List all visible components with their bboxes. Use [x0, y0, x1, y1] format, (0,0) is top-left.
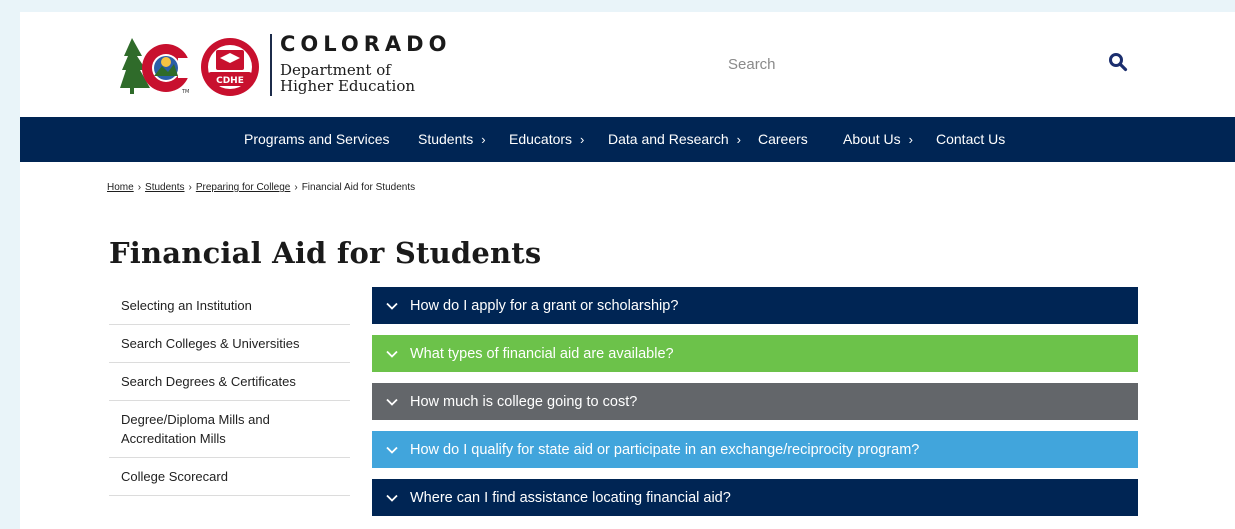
accordion-item-label: How much is college going to cost? — [410, 393, 638, 410]
breadcrumb-separator: › — [137, 182, 142, 193]
nav-item-students[interactable]: Students › — [418, 117, 486, 162]
breadcrumb-students[interactable]: Students — [145, 182, 184, 193]
accordion-item-state-aid[interactable]: How do I qualify for state aid or partic… — [372, 431, 1138, 468]
cdhe-logo[interactable]: TM CDHE COLORADO Department of Higher Ed… — [120, 32, 460, 102]
sidebar-item-label: Search Colleges & Universities — [121, 336, 300, 351]
logo-text: COLORADO Department of Higher Education — [280, 32, 470, 94]
accordion-item-label: What types of financial aid are availabl… — [410, 345, 674, 362]
sidebar-item-label: Degree/Diploma Mills and Accreditation M… — [121, 412, 270, 446]
cdhe-badge-text: CDHE — [216, 76, 244, 86]
sidebar-item-search-colleges[interactable]: Search Colleges & Universities — [109, 325, 350, 363]
logo-dept-line2: Higher Education — [280, 77, 416, 95]
breadcrumb-separator: › — [188, 182, 192, 193]
accordion-item-label: How do I apply for a grant or scholarshi… — [410, 297, 679, 314]
logo-dept-line1: Department of — [280, 61, 391, 79]
breadcrumb-separator: › — [294, 182, 298, 193]
chevron-right-icon: › — [736, 132, 741, 147]
sidebar-item-label: Search Degrees & Certificates — [121, 374, 296, 389]
accordion-item-college-cost[interactable]: How much is college going to cost? — [372, 383, 1138, 420]
accordion-item-apply-grant[interactable]: How do I apply for a grant or scholarshi… — [372, 287, 1138, 324]
sidebar-item-label: Selecting an Institution — [121, 298, 252, 313]
chevron-right-icon: › — [580, 132, 585, 147]
chevron-down-icon — [386, 446, 398, 454]
chevron-down-icon — [386, 494, 398, 502]
accordion-item-label: How do I qualify for state aid or partic… — [410, 441, 920, 458]
faq-accordion: How do I apply for a grant or scholarshi… — [372, 287, 1138, 527]
search-input[interactable]: Search — [728, 56, 776, 73]
sidebar-item-search-degrees[interactable]: Search Degrees & Certificates — [109, 363, 350, 401]
breadcrumb-preparing-for-college[interactable]: Preparing for College — [196, 182, 291, 193]
site-header: TM CDHE COLORADO Department of Higher Ed… — [20, 12, 1235, 117]
sidebar-item-degree-diploma-mills[interactable]: Degree/Diploma Mills and Accreditation M… — [109, 401, 350, 458]
logo-divider — [270, 34, 272, 96]
colorado-logo-icon: TM CDHE — [120, 38, 259, 96]
nav-item-educators[interactable]: Educators › — [509, 117, 584, 162]
chevron-down-icon — [386, 350, 398, 358]
sidebar-item-selecting-an-institution[interactable]: Selecting an Institution — [109, 287, 350, 325]
accordion-item-assistance[interactable]: Where can I find assistance locating fin… — [372, 479, 1138, 516]
sidebar: Selecting an Institution Search Colleges… — [109, 287, 350, 496]
nav-item-about-us[interactable]: About Us › — [843, 117, 913, 162]
chevron-right-icon: › — [481, 132, 486, 147]
accordion-item-label: Where can I find assistance locating fin… — [410, 489, 731, 506]
nav-item-careers[interactable]: Careers — [758, 117, 808, 162]
nav-item-programs-and-services[interactable]: Programs and Services — [244, 117, 390, 162]
page: TM CDHE COLORADO Department of Higher Ed… — [20, 12, 1235, 529]
page-title: Financial Aid for Students — [109, 236, 542, 270]
breadcrumb: Home › Students › Preparing for College › Fina… — [107, 182, 415, 193]
breadcrumb-home[interactable]: Home — [107, 182, 134, 193]
trademark-mark: TM — [181, 89, 189, 95]
search-icon[interactable] — [1108, 52, 1128, 72]
main-nav: Programs and Services Students › Educator… — [20, 117, 1235, 162]
chevron-down-icon — [386, 302, 398, 310]
breadcrumb-current: Financial Aid for Students — [301, 182, 416, 193]
accordion-item-types-of-aid[interactable]: What types of financial aid are availabl… — [372, 335, 1138, 372]
chevron-right-icon: › — [908, 132, 913, 147]
sidebar-item-label: College Scorecard — [121, 469, 228, 484]
logo-state-name: COLORADO — [280, 32, 452, 56]
nav-item-data-and-research[interactable]: Data and Research › — [608, 117, 741, 162]
sidebar-item-college-scorecard[interactable]: College Scorecard — [109, 458, 350, 496]
chevron-down-icon — [386, 398, 398, 406]
nav-item-contact-us[interactable]: Contact Us — [936, 117, 1005, 162]
